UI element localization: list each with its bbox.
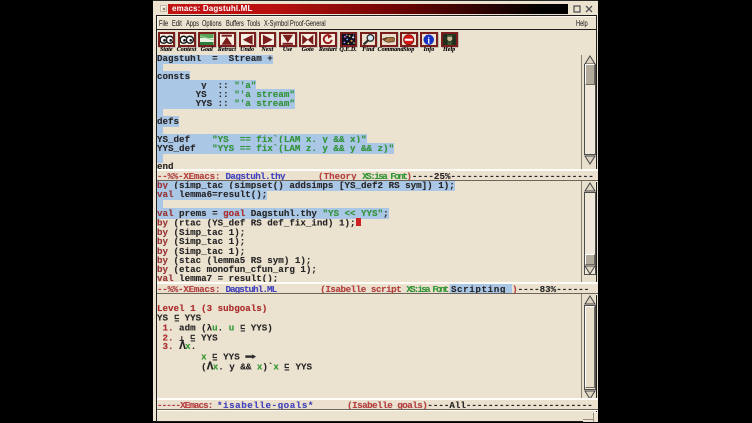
svg-text:i: i (428, 36, 431, 45)
